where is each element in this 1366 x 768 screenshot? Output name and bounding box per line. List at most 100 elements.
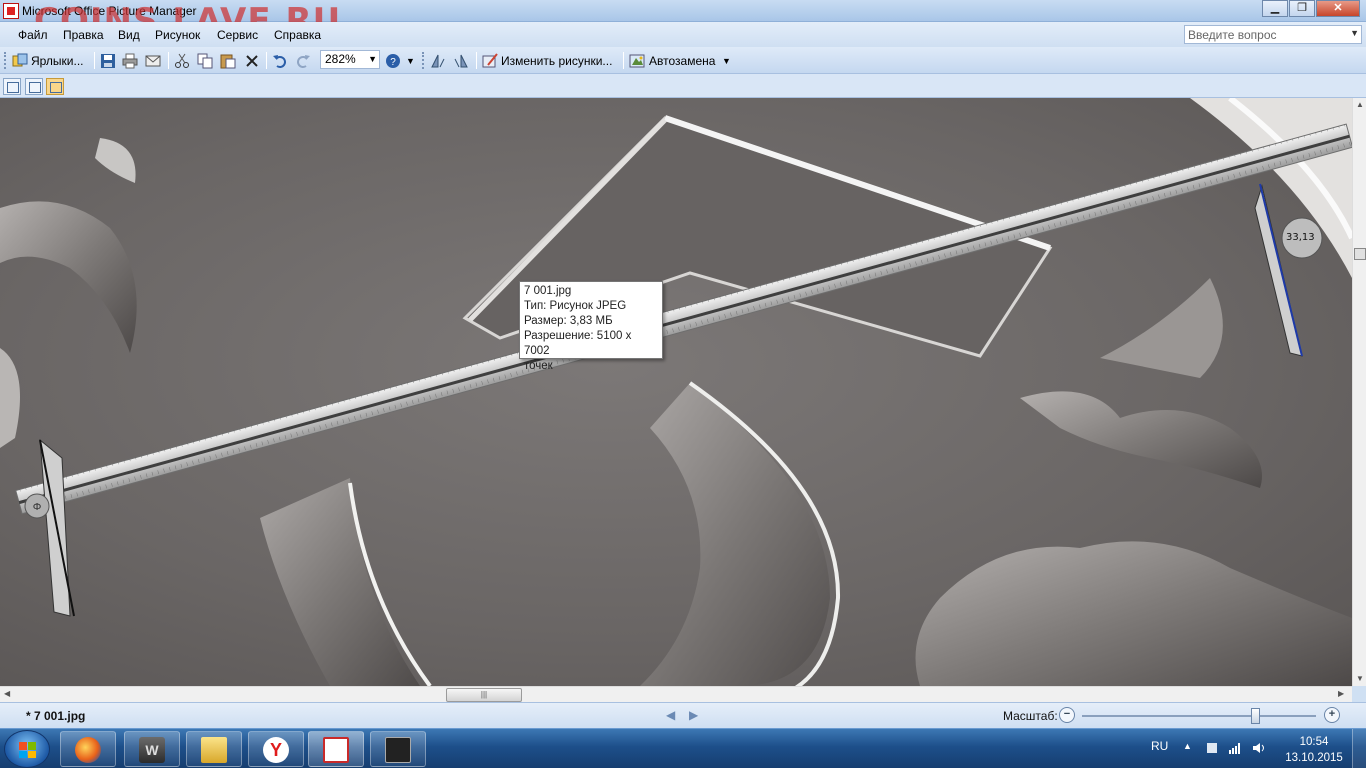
delete-button[interactable] xyxy=(244,51,260,71)
toolbar-options-arrow[interactable]: ▼ xyxy=(722,51,731,71)
thumbnail-view-button[interactable] xyxy=(3,78,21,95)
windows-taskbar: W Y RU ▲ 10:54 13.10.2015 xyxy=(0,728,1366,768)
redo-button[interactable] xyxy=(295,51,311,71)
menu-picture[interactable]: Рисунок xyxy=(155,28,200,42)
system-clock[interactable]: 10:54 13.10.2015 xyxy=(1284,734,1344,766)
autocorrect-button[interactable]: Автозамена xyxy=(629,51,715,71)
toolbar-options-arrow[interactable]: ▼ xyxy=(406,51,415,71)
print-icon xyxy=(122,53,138,69)
picture-manager-icon xyxy=(3,3,19,19)
copy-button[interactable] xyxy=(197,51,213,71)
zoom-slider-thumb[interactable] xyxy=(1251,708,1261,724)
horizontal-scroll-thumb[interactable]: ||| xyxy=(446,688,522,702)
picture-manager-task-icon xyxy=(323,737,349,763)
single-picture-view-button[interactable] xyxy=(46,78,64,95)
save-icon xyxy=(101,54,115,68)
scroll-right-icon[interactable]: ▶ xyxy=(1338,689,1344,698)
rotate-left-button[interactable] xyxy=(430,51,446,71)
picture-canvas[interactable]: Ф 33,13 xyxy=(0,98,1352,686)
toolbar-separator xyxy=(168,52,169,69)
scroll-up-icon[interactable]: ▲ xyxy=(1356,100,1364,109)
toolbar-grip[interactable] xyxy=(4,52,7,69)
taskbar-yandex[interactable]: Y xyxy=(248,731,304,767)
shortcuts-button[interactable]: Ярлыки... xyxy=(12,51,84,71)
vertical-scrollbar[interactable]: ▲ ▼ xyxy=(1352,98,1366,686)
close-button[interactable]: ✕ xyxy=(1316,0,1360,17)
save-button[interactable] xyxy=(100,51,116,71)
folder-icon xyxy=(201,737,227,763)
rotate-right-button[interactable] xyxy=(453,51,469,71)
filmstrip-view-button[interactable] xyxy=(25,78,43,95)
show-desktop-button[interactable] xyxy=(1352,729,1366,768)
tooltip-unit: точек xyxy=(524,360,553,372)
copy-icon xyxy=(197,53,213,69)
tooltip-filename: 7 001.jpg xyxy=(524,285,572,297)
toolbar-separator xyxy=(476,52,477,69)
taskbar-explorer[interactable] xyxy=(186,731,242,767)
menu-help[interactable]: Справка xyxy=(274,28,321,42)
status-bar: * 7 001.jpg ◀ ▶ Масштаб: − + xyxy=(0,702,1366,728)
clock-date: 13.10.2015 xyxy=(1285,752,1343,764)
yandex-browser-icon: Y xyxy=(263,737,289,763)
minimize-button[interactable]: ▁ xyxy=(1262,0,1288,17)
print-button[interactable] xyxy=(122,51,138,71)
taskbar-game[interactable] xyxy=(370,731,426,767)
scroll-down-icon[interactable]: ▼ xyxy=(1356,674,1364,683)
taskbar-world-of-tanks[interactable]: W xyxy=(124,731,180,767)
paste-icon xyxy=(220,54,236,69)
previous-picture-icon[interactable]: ◀ xyxy=(666,708,675,722)
shortcuts-label: Ярлыки... xyxy=(31,54,84,68)
help-search-box[interactable]: ▼ xyxy=(1184,25,1362,44)
edit-pictures-button[interactable]: Изменить рисунки... xyxy=(482,51,612,71)
volume-icon[interactable] xyxy=(1252,741,1266,755)
menu-edit[interactable]: Правка xyxy=(63,28,104,42)
rotate-right-icon xyxy=(454,54,468,68)
taskbar-firefox[interactable] xyxy=(60,731,116,767)
undo-icon xyxy=(273,55,286,68)
standard-toolbar: Ярлыки... ? ▼ Изменить рисунки... Автоза… xyxy=(0,47,1366,74)
rotate-left-icon xyxy=(431,54,445,68)
network-signal-icon[interactable] xyxy=(1228,741,1242,755)
zoom-slider-track[interactable] xyxy=(1082,715,1316,717)
paste-button[interactable] xyxy=(220,51,236,71)
window-controls: ▁ ❐ ✕ xyxy=(1261,0,1360,17)
zoom-value: 282% xyxy=(325,52,356,66)
taskbar-picture-manager[interactable] xyxy=(308,731,364,767)
language-indicator[interactable]: RU xyxy=(1151,739,1168,753)
email-icon xyxy=(145,55,161,67)
undo-button[interactable] xyxy=(272,51,288,71)
chevron-down-icon[interactable]: ▼ xyxy=(368,51,377,68)
help-button[interactable]: ? xyxy=(385,51,401,71)
menu-tools[interactable]: Сервис xyxy=(217,28,258,42)
redo-icon xyxy=(297,55,310,68)
maximize-button[interactable]: ❐ xyxy=(1289,0,1315,17)
chevron-down-icon[interactable]: ▼ xyxy=(1350,28,1359,38)
email-button[interactable] xyxy=(145,51,161,71)
vertical-scroll-thumb[interactable] xyxy=(1354,248,1366,260)
title-bar[interactable]: Microsoft Office Picture Manager COINS.L… xyxy=(0,0,1366,38)
show-hidden-icons-icon[interactable]: ▲ xyxy=(1183,741,1192,751)
caliper-reading: 33,13 xyxy=(1286,232,1315,243)
menu-view[interactable]: Вид xyxy=(118,28,140,42)
horizontal-scrollbar[interactable]: ◀ ||| ▶ xyxy=(0,686,1352,702)
next-picture-icon[interactable]: ▶ xyxy=(689,708,698,722)
tooltip-size: Размер: 3,83 МБ xyxy=(524,315,613,327)
start-button[interactable] xyxy=(4,730,50,768)
windows-logo-icon xyxy=(19,742,36,758)
cut-button[interactable] xyxy=(174,51,190,71)
zoom-in-icon[interactable]: + xyxy=(1324,707,1340,723)
zoom-combo[interactable]: 282% ▼ xyxy=(320,50,380,69)
view-switcher-bar xyxy=(0,74,1366,98)
clock-time: 10:54 xyxy=(1299,736,1329,748)
edit-pictures-label: Изменить рисунки... xyxy=(501,54,613,68)
zoom-slider-label: Масштаб: xyxy=(1003,709,1058,723)
help-search-input[interactable] xyxy=(1185,26,1345,43)
menu-file[interactable]: Файл xyxy=(18,28,48,42)
zoom-out-icon[interactable]: − xyxy=(1059,707,1075,723)
scroll-left-icon[interactable]: ◀ xyxy=(4,689,10,698)
coin-photo: Ф xyxy=(0,98,1352,686)
help-icon: ? xyxy=(386,54,400,68)
menu-bar: Файл Правка Вид Рисунок Сервис Справка xyxy=(0,22,1366,47)
device-icon[interactable] xyxy=(1205,741,1219,755)
toolbar-grip[interactable] xyxy=(422,52,425,69)
